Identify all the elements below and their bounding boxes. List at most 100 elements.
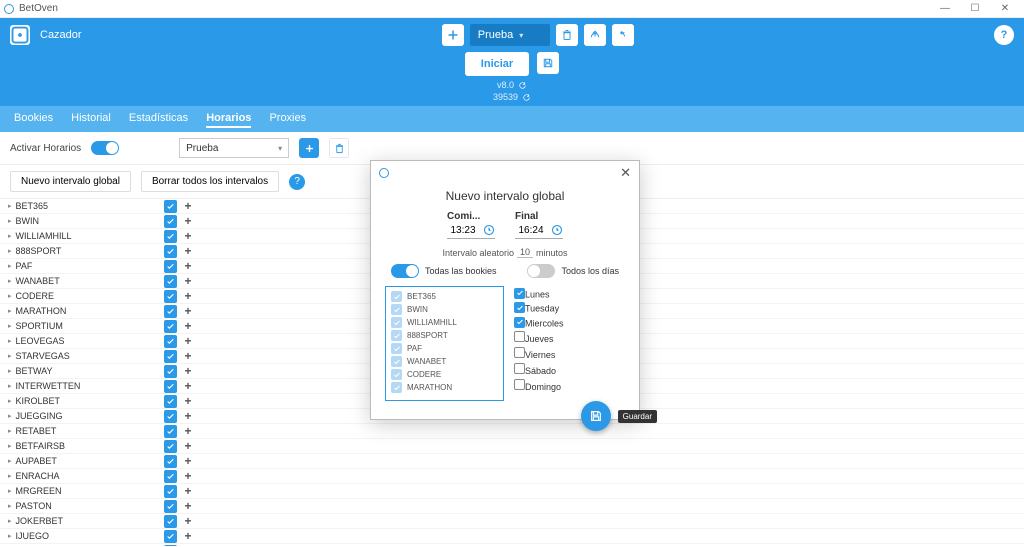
add-interval-button[interactable]: + bbox=[185, 529, 192, 543]
close-button[interactable]: ✕ bbox=[990, 3, 1020, 14]
add-interval-button[interactable]: + bbox=[185, 409, 192, 423]
checkbox-icon[interactable] bbox=[514, 288, 525, 299]
toolbar-add-button[interactable] bbox=[299, 138, 319, 158]
bookie-enabled-checkbox[interactable] bbox=[164, 545, 177, 547]
bookie-enabled-checkbox[interactable] bbox=[164, 365, 177, 378]
dialog-day-item[interactable]: Sábado bbox=[514, 362, 625, 378]
checkbox-icon[interactable] bbox=[391, 356, 402, 367]
add-interval-button[interactable]: + bbox=[185, 469, 192, 483]
toolbar-profile-select[interactable]: Prueba ▾ bbox=[179, 138, 289, 158]
checkbox-icon[interactable] bbox=[391, 369, 402, 380]
dialog-bookie-item[interactable]: 888SPORT bbox=[389, 329, 500, 342]
add-interval-button[interactable]: + bbox=[185, 484, 192, 498]
dialog-day-item[interactable]: Viernes bbox=[514, 346, 625, 362]
checkbox-icon[interactable] bbox=[514, 379, 525, 390]
bookie-enabled-checkbox[interactable] bbox=[164, 305, 177, 318]
bookie-enabled-checkbox[interactable] bbox=[164, 260, 177, 273]
dialog-day-item[interactable]: Tuesday bbox=[514, 301, 625, 316]
delete-profile-button[interactable] bbox=[556, 24, 578, 46]
add-interval-button[interactable]: + bbox=[185, 214, 192, 228]
dialog-bookie-item[interactable]: BET365 bbox=[389, 290, 500, 303]
dialog-day-item[interactable]: Domingo bbox=[514, 378, 625, 394]
dialog-bookie-item[interactable]: WILLIAMHILL bbox=[389, 316, 500, 329]
bookie-enabled-checkbox[interactable] bbox=[164, 230, 177, 243]
cazador-button[interactable] bbox=[10, 25, 30, 45]
new-global-interval-button[interactable]: Nuevo intervalo global bbox=[10, 171, 131, 192]
minimize-button[interactable]: — bbox=[930, 3, 960, 14]
all-days-toggle[interactable] bbox=[527, 264, 555, 278]
bookie-row[interactable]: ▸EBINGO+ bbox=[0, 544, 1024, 546]
help-schedule-button[interactable]: ? bbox=[289, 174, 305, 190]
activate-toggle[interactable] bbox=[91, 141, 119, 155]
bookie-enabled-checkbox[interactable] bbox=[164, 290, 177, 303]
bookie-enabled-checkbox[interactable] bbox=[164, 245, 177, 258]
add-interval-button[interactable]: + bbox=[185, 274, 192, 288]
add-interval-button[interactable]: + bbox=[185, 319, 192, 333]
dialog-bookie-item[interactable]: WANABET bbox=[389, 355, 500, 368]
bookie-row[interactable]: ▸BETFAIRSB+ bbox=[0, 439, 1024, 454]
clock-icon[interactable] bbox=[551, 224, 563, 236]
undo-button[interactable] bbox=[612, 24, 634, 46]
checkbox-icon[interactable] bbox=[391, 330, 402, 341]
add-interval-button[interactable]: + bbox=[185, 199, 192, 213]
dialog-day-item[interactable]: Jueves bbox=[514, 330, 625, 346]
checkbox-icon[interactable] bbox=[514, 302, 525, 313]
delete-all-intervals-button[interactable]: Borrar todos los intervalos bbox=[141, 171, 279, 192]
save-header-button[interactable] bbox=[537, 52, 559, 74]
bookie-row[interactable]: ▸MRGREEN+ bbox=[0, 484, 1024, 499]
add-interval-button[interactable]: + bbox=[185, 304, 192, 318]
end-time-input[interactable] bbox=[515, 225, 547, 236]
checkbox-icon[interactable] bbox=[391, 343, 402, 354]
bookie-row[interactable]: ▸ENRACHA+ bbox=[0, 469, 1024, 484]
bookie-enabled-checkbox[interactable] bbox=[164, 485, 177, 498]
dialog-day-item[interactable]: Miercoles bbox=[514, 315, 625, 330]
save-interval-button[interactable] bbox=[581, 401, 611, 431]
checkbox-icon[interactable] bbox=[391, 304, 402, 315]
bookie-enabled-checkbox[interactable] bbox=[164, 320, 177, 333]
tab-bookies[interactable]: Bookies bbox=[14, 110, 53, 128]
bookie-enabled-checkbox[interactable] bbox=[164, 335, 177, 348]
bookie-enabled-checkbox[interactable] bbox=[164, 530, 177, 543]
add-interval-button[interactable]: + bbox=[185, 499, 192, 513]
add-interval-button[interactable]: + bbox=[185, 259, 192, 273]
clock-icon[interactable] bbox=[483, 224, 495, 236]
bookie-enabled-checkbox[interactable] bbox=[164, 425, 177, 438]
bookie-enabled-checkbox[interactable] bbox=[164, 350, 177, 363]
toolbar-delete-button[interactable] bbox=[329, 138, 349, 158]
all-bookies-toggle[interactable] bbox=[391, 264, 419, 278]
add-interval-button[interactable]: + bbox=[185, 439, 192, 453]
add-interval-button[interactable]: + bbox=[185, 229, 192, 243]
bookie-row[interactable]: ▸AUPABET+ bbox=[0, 454, 1024, 469]
dialog-bookie-item[interactable]: BWIN bbox=[389, 303, 500, 316]
start-time-input[interactable] bbox=[447, 225, 479, 236]
random-interval-value[interactable]: 10 bbox=[517, 247, 533, 258]
bookie-enabled-checkbox[interactable] bbox=[164, 200, 177, 213]
add-profile-button[interactable] bbox=[442, 24, 464, 46]
tab-horarios[interactable]: Horarios bbox=[206, 110, 251, 128]
start-button[interactable]: Iniciar bbox=[465, 52, 529, 76]
bookie-enabled-checkbox[interactable] bbox=[164, 515, 177, 528]
checkbox-icon[interactable] bbox=[514, 347, 525, 358]
add-interval-button[interactable]: + bbox=[185, 454, 192, 468]
dialog-bookies-list[interactable]: BET365BWINWILLIAMHILL888SPORTPAFWANABETC… bbox=[385, 286, 504, 401]
add-interval-button[interactable]: + bbox=[185, 394, 192, 408]
checkbox-icon[interactable] bbox=[514, 331, 525, 342]
dialog-bookie-item[interactable]: CODERE bbox=[389, 368, 500, 381]
add-interval-button[interactable]: + bbox=[185, 424, 192, 438]
checkbox-icon[interactable] bbox=[391, 317, 402, 328]
add-interval-button[interactable]: + bbox=[185, 379, 192, 393]
bookie-enabled-checkbox[interactable] bbox=[164, 215, 177, 228]
dialog-bookie-item[interactable]: MARATHON bbox=[389, 381, 500, 394]
dialog-bookie-item[interactable]: PAF bbox=[389, 342, 500, 355]
add-interval-button[interactable]: + bbox=[185, 289, 192, 303]
tab-historial[interactable]: Historial bbox=[71, 110, 111, 128]
add-interval-button[interactable]: + bbox=[185, 349, 192, 363]
bookie-row[interactable]: ▸RETABET+ bbox=[0, 424, 1024, 439]
checkbox-icon[interactable] bbox=[514, 363, 525, 374]
dialog-day-item[interactable]: Lunes bbox=[514, 286, 625, 301]
upload-button[interactable] bbox=[584, 24, 606, 46]
help-button[interactable]: ? bbox=[994, 25, 1014, 45]
checkbox-icon[interactable] bbox=[514, 317, 525, 328]
checkbox-icon[interactable] bbox=[391, 382, 402, 393]
bookie-enabled-checkbox[interactable] bbox=[164, 410, 177, 423]
